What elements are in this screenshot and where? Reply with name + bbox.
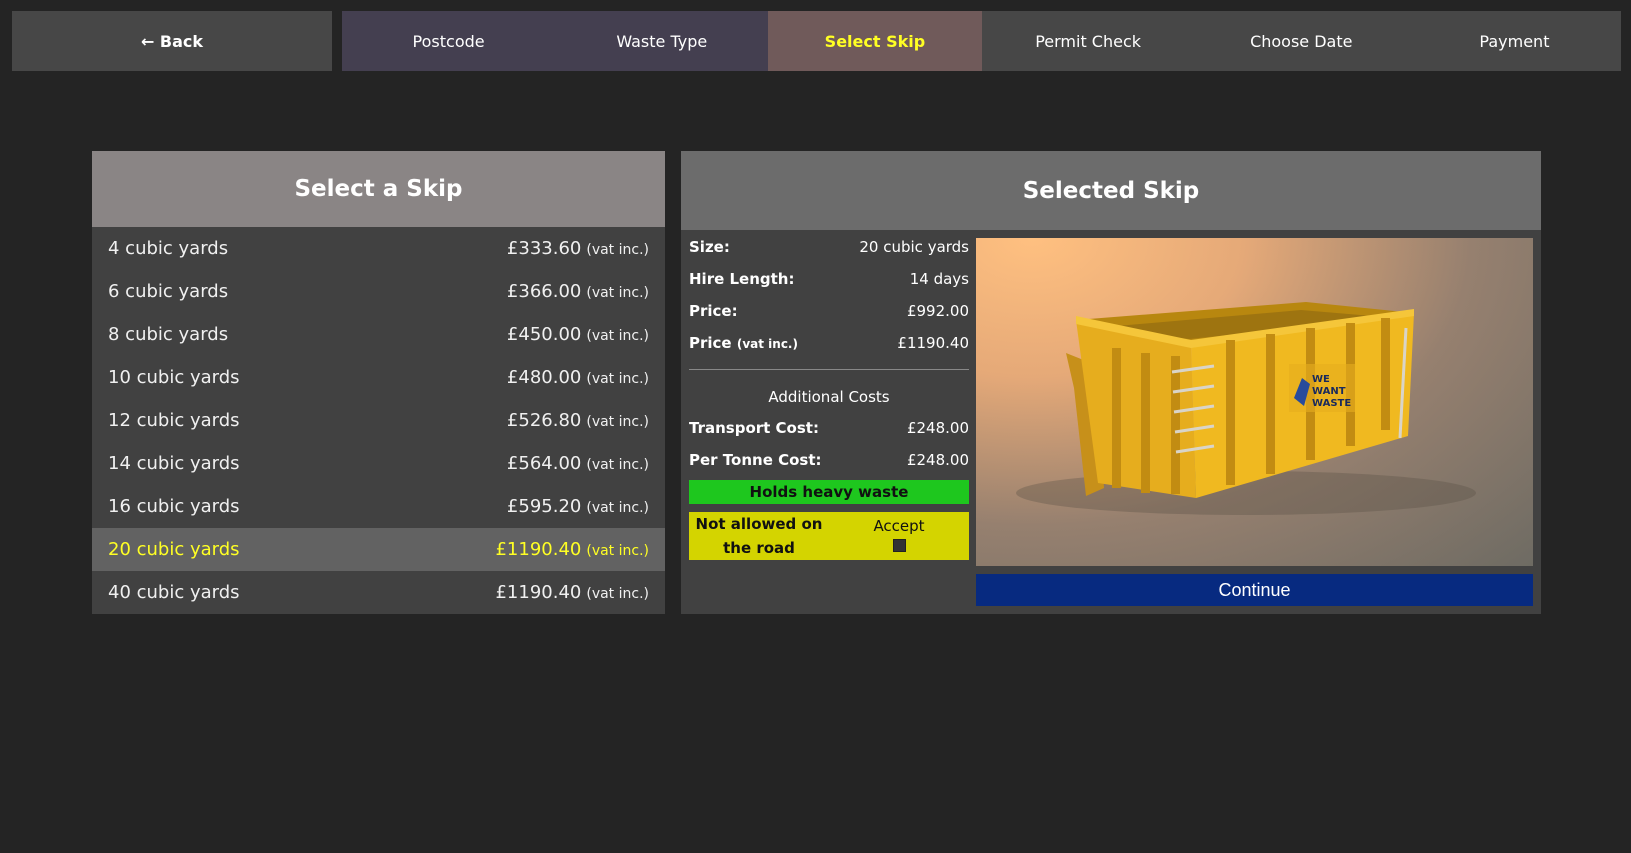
vat-note: (vat inc.): [586, 414, 649, 430]
skip-price-value: £366.00: [506, 281, 582, 302]
skip-price-value: £480.00: [506, 367, 582, 388]
step-permit-check[interactable]: Permit Check: [981, 11, 1195, 71]
svg-text:WANT: WANT: [1312, 386, 1346, 397]
price-vat-row: Price (vat inc.) £1190.40: [689, 327, 969, 359]
road-warning-box: Not allowed on the road Accept: [689, 512, 969, 560]
step-postcode[interactable]: Postcode: [342, 11, 556, 71]
skip-illustration: WE WANT WASTE: [1016, 302, 1476, 515]
skip-size: 14 cubic yards: [108, 453, 240, 474]
skip-price-value: £1190.40: [495, 539, 582, 560]
skip-price: £1190.40 (vat inc.): [495, 582, 649, 603]
skip-row[interactable]: 12 cubic yards £526.80 (vat inc.): [92, 399, 665, 442]
selected-skip-title: Selected Skip: [681, 151, 1541, 230]
skip-price-value: £450.00: [506, 324, 582, 345]
skip-row[interactable]: 8 cubic yards £450.00 (vat inc.): [92, 313, 665, 356]
skip-price: £595.20 (vat inc.): [507, 496, 649, 517]
skip-price: £366.00 (vat inc.): [507, 281, 649, 302]
skip-size: 20 cubic yards: [108, 539, 240, 560]
size-value: 20 cubic yards: [859, 238, 969, 256]
step-choose-date[interactable]: Choose Date: [1194, 11, 1408, 71]
svg-text:WE: WE: [1312, 374, 1330, 385]
vat-note: (vat inc.): [586, 242, 649, 258]
hire-length-row: Hire Length: 14 days: [689, 263, 969, 295]
accept-checkbox[interactable]: [892, 538, 906, 552]
skip-size: 12 cubic yards: [108, 410, 240, 431]
skip-size: 8 cubic yards: [108, 324, 229, 345]
step-payment[interactable]: Payment: [1407, 11, 1622, 71]
back-button[interactable]: ← Back: [12, 11, 332, 71]
skip-price-value: £526.80: [506, 410, 582, 431]
skip-price: £564.00 (vat inc.): [507, 453, 649, 474]
skip-row[interactable]: 4 cubic yards £333.60 (vat inc.): [92, 227, 665, 270]
skip-list-panel: Select a Skip 4 cubic yards £333.60 (vat i…: [92, 151, 665, 614]
hire-length-label: Hire Length:: [689, 270, 795, 288]
price-row: Price: £992.00: [689, 295, 969, 327]
we-want-waste-logo: WE WANT WASTE: [1289, 364, 1355, 412]
skip-row[interactable]: 10 cubic yards £480.00 (vat inc.): [92, 356, 665, 399]
vat-note: (vat inc.): [586, 457, 649, 473]
accept-label: Accept: [873, 516, 925, 535]
vat-note: (vat inc.): [586, 543, 649, 559]
step-waste-type[interactable]: Waste Type: [555, 11, 769, 71]
transport-cost-row: Transport Cost: £248.00: [689, 412, 969, 444]
per-tonne-cost-label: Per Tonne Cost:: [689, 451, 822, 469]
skip-price: £333.60 (vat inc.): [507, 238, 649, 259]
size-label: Size:: [689, 238, 730, 256]
price-label: Price:: [689, 302, 738, 320]
skip-size: 16 cubic yards: [108, 496, 240, 517]
step-tabs: Postcode Waste Type Select Skip Permit C…: [342, 11, 1622, 71]
svg-text:WASTE: WASTE: [1312, 398, 1351, 409]
vat-note: (vat inc.): [586, 500, 649, 516]
continue-button[interactable]: Continue: [976, 574, 1533, 606]
skip-size: 40 cubic yards: [108, 582, 240, 603]
skip-price-value: £333.60: [506, 238, 582, 259]
skip-row[interactable]: 40 cubic yards £1190.40 (vat inc.): [92, 571, 665, 614]
price-vat-value: £1190.40: [897, 334, 969, 352]
vat-note: (vat inc.): [586, 586, 649, 602]
price-vat-label: Price (vat inc.): [689, 334, 798, 352]
skip-list-title: Select a Skip: [92, 151, 665, 227]
size-row: Size: 20 cubic yards: [689, 231, 969, 263]
per-tonne-cost-row: Per Tonne Cost: £248.00: [689, 444, 969, 476]
selected-skip-panel: Selected Skip Size: 20 cubic yards Hire …: [681, 151, 1541, 614]
road-warning-text: Not allowed on the road: [695, 515, 823, 557]
skip-price-value: £595.20: [506, 496, 582, 517]
skip-price: £526.80 (vat inc.): [507, 410, 649, 431]
skip-price-value: £564.00: [506, 453, 582, 474]
skip-price: £450.00 (vat inc.): [507, 324, 649, 345]
skip-row[interactable]: 20 cubic yards £1190.40 (vat inc.): [92, 528, 665, 571]
divider: [689, 369, 969, 370]
vat-note: (vat inc.): [586, 328, 649, 344]
top-navigation: ← Back Postcode Waste Type Select Skip P…: [12, 11, 1622, 71]
accept-control: Accept: [829, 516, 969, 557]
additional-costs-title: Additional Costs: [768, 388, 890, 406]
transport-cost-value: £248.00: [906, 419, 969, 437]
skip-row[interactable]: 6 cubic yards £366.00 (vat inc.): [92, 270, 665, 313]
skip-size: 4 cubic yards: [108, 238, 229, 259]
hire-length-value: 14 days: [909, 270, 969, 288]
skip-image: WE WANT WASTE: [976, 238, 1533, 566]
skip-price: £480.00 (vat inc.): [507, 367, 649, 388]
transport-cost-label: Transport Cost:: [689, 419, 819, 437]
skip-details: Size: 20 cubic yards Hire Length: 14 day…: [689, 231, 969, 560]
skip-row[interactable]: 16 cubic yards £595.20 (vat inc.): [92, 485, 665, 528]
vat-note: (vat inc.): [586, 285, 649, 301]
heavy-waste-badge: Holds heavy waste: [689, 480, 969, 504]
per-tonne-cost-value: £248.00: [906, 451, 969, 469]
step-select-skip[interactable]: Select Skip: [768, 11, 982, 71]
vat-note: (vat inc.): [586, 371, 649, 387]
skip-size: 10 cubic yards: [108, 367, 240, 388]
skip-size: 6 cubic yards: [108, 281, 229, 302]
skip-row[interactable]: 14 cubic yards £564.00 (vat inc.): [92, 442, 665, 485]
skip-price: £1190.40 (vat inc.): [495, 539, 649, 560]
skip-list: 4 cubic yards £333.60 (vat inc.) 6 cubic ya…: [92, 227, 665, 614]
price-value: £992.00: [906, 302, 969, 320]
skip-price-value: £1190.40: [495, 582, 582, 603]
